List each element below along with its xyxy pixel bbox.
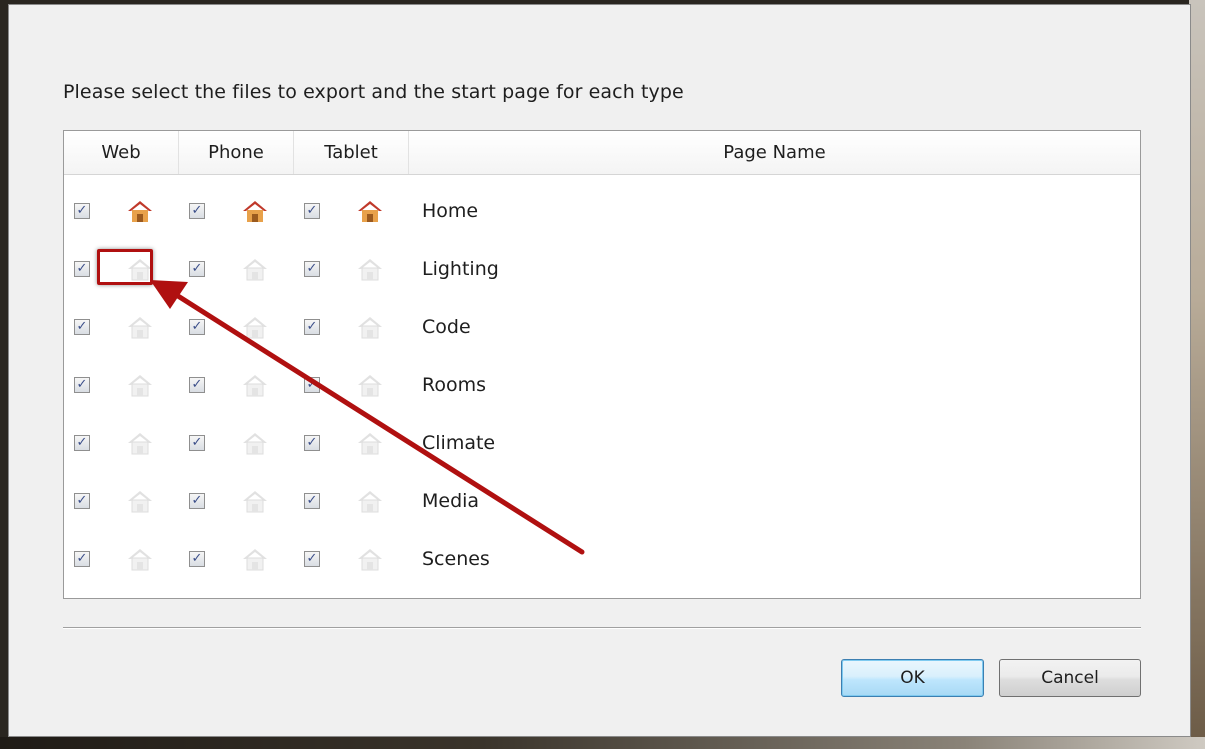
page-name-label: Home [422,200,479,222]
tablet-start-page-house-icon[interactable] [357,489,383,513]
phone-start-page-house-icon[interactable] [242,315,268,339]
list-item[interactable]: ✓ ✓ ✓ Scenes [64,531,1140,589]
web-export-checkbox[interactable]: ✓ [74,261,90,277]
tablet-start-page-house-icon[interactable] [357,257,383,281]
tablet-start-page-house-icon[interactable] [357,315,383,339]
button-separator [63,627,1141,629]
phone-start-page-house-icon[interactable] [242,489,268,513]
export-dialog: Please select the files to export and th… [8,4,1191,737]
tablet-export-checkbox[interactable]: ✓ [304,493,320,509]
list-item[interactable]: ✓ ✓ ✓ Lighting [64,241,1140,299]
page-name-label: Scenes [422,548,490,570]
phone-start-page-house-icon[interactable] [242,257,268,281]
list-item[interactable]: ✓ ✓ ✓ Rooms [64,357,1140,415]
tablet-export-checkbox[interactable]: ✓ [304,203,320,219]
tablet-export-checkbox[interactable]: ✓ [304,377,320,393]
list-item[interactable]: ✓ ✓ ✓ Media [64,473,1140,531]
web-start-page-house-icon[interactable] [127,489,153,513]
phone-export-checkbox[interactable]: ✓ [189,551,205,567]
page-name-label: Media [422,490,480,512]
phone-export-checkbox[interactable]: ✓ [189,493,205,509]
tablet-start-page-house-icon[interactable] [357,431,383,455]
page-name-label: Rooms [422,374,487,396]
phone-export-checkbox[interactable]: ✓ [189,319,205,335]
web-export-checkbox[interactable]: ✓ [74,435,90,451]
tablet-start-page-house-icon[interactable] [357,199,383,223]
web-export-checkbox[interactable]: ✓ [74,377,90,393]
tablet-export-checkbox[interactable]: ✓ [304,551,320,567]
web-start-page-house-icon[interactable] [127,199,153,223]
phone-start-page-house-icon[interactable] [242,431,268,455]
web-export-checkbox[interactable]: ✓ [74,551,90,567]
ok-button[interactable]: OK [841,659,984,697]
web-start-page-house-icon[interactable] [127,547,153,571]
column-header-page-name[interactable]: Page Name [409,131,1140,174]
list-header: Web Phone Tablet Page Name [64,131,1140,175]
phone-export-checkbox[interactable]: ✓ [189,435,205,451]
page-name-label: Climate [422,432,496,454]
web-start-page-house-icon[interactable] [127,315,153,339]
column-header-tablet[interactable]: Tablet [294,131,409,174]
phone-start-page-house-icon[interactable] [242,199,268,223]
tablet-export-checkbox[interactable]: ✓ [304,261,320,277]
annotation-highlight-box [97,249,153,285]
web-export-checkbox[interactable]: ✓ [74,319,90,335]
tablet-export-checkbox[interactable]: ✓ [304,319,320,335]
phone-export-checkbox[interactable]: ✓ [189,377,205,393]
phone-export-checkbox[interactable]: ✓ [189,261,205,277]
phone-start-page-house-icon[interactable] [242,373,268,397]
web-export-checkbox[interactable]: ✓ [74,493,90,509]
tablet-export-checkbox[interactable]: ✓ [304,435,320,451]
tablet-start-page-house-icon[interactable] [357,547,383,571]
desktop-background-right [1189,0,1205,749]
list-item[interactable]: ✓ ✓ ✓ Code [64,299,1140,357]
dialog-prompt: Please select the files to export and th… [63,81,684,103]
page-list: Web Phone Tablet Page Name ✓ ✓ ✓ Home ✓ ✓ ✓ Lig… [63,130,1141,599]
web-start-page-house-icon[interactable] [127,431,153,455]
list-item[interactable]: ✓ ✓ ✓ Home [64,183,1140,241]
page-name-label: Code [422,316,471,338]
page-name-label: Lighting [422,258,499,280]
list-item[interactable]: ✓ ✓ ✓ Climate [64,415,1140,473]
cancel-button[interactable]: Cancel [999,659,1141,697]
web-start-page-house-icon[interactable] [127,373,153,397]
desktop-background-bottom [0,737,1205,749]
column-header-web[interactable]: Web [64,131,179,174]
phone-export-checkbox[interactable]: ✓ [189,203,205,219]
column-header-phone[interactable]: Phone [179,131,294,174]
web-export-checkbox[interactable]: ✓ [74,203,90,219]
tablet-start-page-house-icon[interactable] [357,373,383,397]
phone-start-page-house-icon[interactable] [242,547,268,571]
